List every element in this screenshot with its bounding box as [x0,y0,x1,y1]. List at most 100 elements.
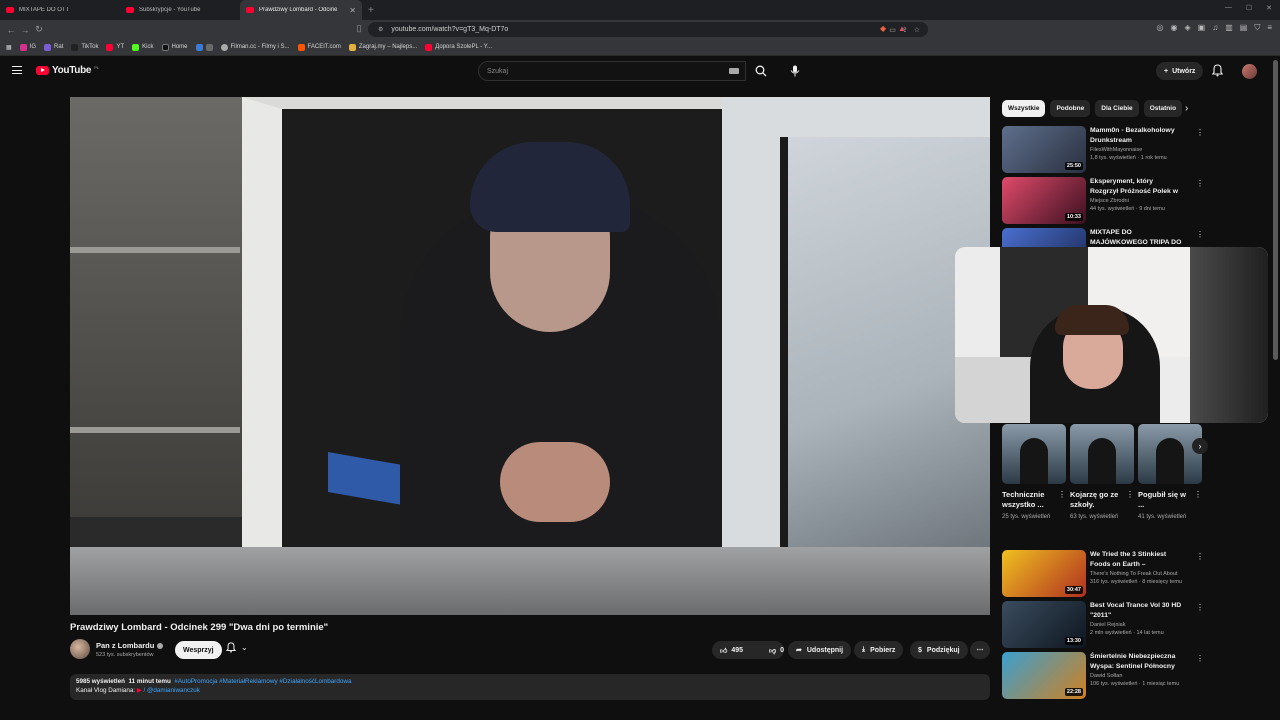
browser-tab[interactable]: MIXTAPE DO OTT [0,0,120,20]
short-item[interactable]: Pogubił się w ... 41 tys. wyświetleń ⋮ [1138,424,1202,521]
bookmark-label: IG [29,44,37,50]
more-actions-button[interactable]: ⋯ [970,641,990,659]
create-button[interactable]: + Utwórz [1156,62,1204,80]
rewards-icon[interactable]: ▲ [898,24,906,33]
youtube-logo[interactable]: YouTube PL [36,65,99,76]
maximize-icon[interactable]: ☐ [1246,4,1252,12]
recommendation-item[interactable]: 13:30 Best Vocal Trance Vol 30 HD "2011"… [1002,601,1204,649]
download-button[interactable]: ⤓ Pobierz [854,641,904,659]
extension-icon[interactable]: ◉ [1171,23,1178,33]
more-vertical-icon[interactable]: ⋮ [1058,490,1066,499]
recommendation-item[interactable]: 10:33 Eksperyment, który Rozgrzył Próżno… [1002,177,1204,225]
extension-icon[interactable]: ◈ [1184,23,1190,33]
close-tab-icon[interactable]: ✕ [349,6,356,15]
hashtags[interactable]: #AutoPromocja #MateriałReklamowy #Działa… [174,678,351,685]
bookmark[interactable]: YT [106,43,124,51]
channel-name-link[interactable]: Pan z Lombardu [96,641,164,650]
bookmark[interactable]: Filman.cc - Filmy i S... [220,43,290,51]
like-button[interactable]: 👍︎ 495 [712,641,751,659]
more-vertical-icon[interactable]: ⋮ [1194,490,1202,499]
channel-handle-link[interactable]: / @damianiwanczuk [144,687,200,694]
more-vertical-icon[interactable]: ⋮ [1196,128,1204,137]
bookmark[interactable]: IG [19,43,37,51]
hamburger-menu-icon[interactable] [12,66,22,74]
subscription-notifications-button[interactable]: ⌄ [226,642,248,653]
bookmark[interactable]: Дорога SzolePL - Y... [425,43,493,51]
reload-icon[interactable]: ↻ [32,24,46,35]
thanks-button[interactable]: $ Podziękuj [910,641,968,659]
search-button[interactable] [748,61,774,81]
voice-search-button[interactable] [786,62,804,80]
webcam-overlay [955,247,1268,423]
keyboard-icon[interactable] [729,68,739,74]
recommendation-title: Śmiertelnie Niebezpieczna Wyspa: Sentine… [1090,653,1176,670]
share-button[interactable]: ➦ Udostępnij [788,641,852,659]
share-icon: ➦ [796,647,802,654]
recommendation-item[interactable]: 30:47 We Tried the 3 Stinkiest Foods on … [1002,550,1204,598]
cast-icon[interactable]: ▭ [889,26,896,34]
duration-badge: 13:30 [1064,637,1083,645]
shorts-next-button[interactable]: › [1192,438,1208,454]
more-vertical-icon[interactable]: ⋮ [1196,179,1204,188]
vpn-icon[interactable]: ⛉ [1254,23,1260,33]
support-button[interactable]: Wesprzyj [175,641,222,659]
wallet-icon[interactable]: ▤ [1240,23,1248,33]
bookmarks-bar: ▦ IG Rat TikTok YT Kick Home Filman.cc -… [0,39,1280,56]
chip-related[interactable]: Podobne [1050,100,1091,117]
account-avatar[interactable] [1242,64,1257,79]
minimize-icon[interactable]: — [1225,4,1232,12]
bookmark[interactable]: Home [161,43,188,51]
short-item[interactable]: Technicznie wszystko ... 25 tys. wyświet… [1002,424,1066,521]
search-input[interactable]: Szukaj [478,61,746,81]
bookmark[interactable]: Zagraj.my – Najleps... [348,43,417,51]
channel-name: Pan z Lombardu [96,641,155,650]
brave-shield-icon[interactable]: ◆ [880,24,886,33]
bookmark-label: Дорога SzolePL - Y... [435,44,493,50]
page-scrollbar[interactable] [1273,60,1278,360]
chevron-right-icon[interactable]: › [1185,103,1188,114]
youtube-favicon-icon [126,7,134,13]
site-info-icon[interactable]: ⚙ [378,26,383,33]
description-box[interactable]: 5985 wyświetleń 11 minut temu #AutoPromo… [70,674,990,700]
channel-avatar[interactable] [70,639,90,659]
browser-tab-active[interactable]: Prawdziwy Lombard - Odcine ✕ [240,0,362,20]
chip-for-you[interactable]: Dla Ciebie [1095,100,1139,117]
close-window-icon[interactable]: ✕ [1266,4,1272,12]
new-tab-icon[interactable]: + [368,5,374,16]
extension-icon[interactable]: ◎ [1157,23,1164,33]
short-thumbnail [1138,424,1202,484]
music-icon[interactable]: ♫ [1212,23,1218,33]
video-title: Prawdziwy Lombard - Odcinek 299 "Dwa dni… [70,622,329,633]
recommendation-channel: Daniel Rejniak [1090,622,1126,628]
bookmark[interactable]: Rat [44,43,63,51]
more-vertical-icon[interactable]: ⋮ [1126,490,1134,499]
apps-icon[interactable]: ▦ [6,44,12,51]
sidebar-icon[interactable]: ▥ [1225,23,1233,33]
bookmark[interactable] [195,43,213,51]
like-dislike-group: 👍︎ 495 👎︎ 0 [712,641,784,659]
extensions-area: ◎ ◉ ◈ ▣ ♫ ▥ ▤ ⛉ ≡ [1157,23,1272,33]
more-vertical-icon[interactable]: ⋮ [1196,654,1204,663]
bookmark[interactable]: FACEIT.com [297,43,341,51]
duration-badge: 30:47 [1064,586,1083,594]
recommendation-item[interactable]: 25:50 Mamm0n - Bezalkoholowy Drunkstream… [1002,126,1204,174]
video-player[interactable] [70,97,990,615]
bookmark[interactable]: Kick [132,43,154,51]
bookmark-star-icon[interactable]: ▯ [352,23,366,34]
short-item[interactable]: Kojarzę go ze szkoły. 63 tys. wyświetleń… [1070,424,1134,521]
url-bar[interactable]: ⚙ youtube.com/watch?v=gT3_Mq-DT7o ▭ ⇪ ☆ [368,22,928,37]
more-vertical-icon[interactable]: ⋮ [1196,552,1204,561]
forward-icon[interactable]: → [18,25,32,35]
bookmark[interactable]: TikTok [71,43,98,51]
menu-icon[interactable]: ≡ [1267,23,1272,33]
chip-all[interactable]: Wszystkie [1002,100,1046,117]
back-icon[interactable]: ← [4,25,18,35]
notifications-button[interactable] [1211,64,1224,82]
chip-recent[interactable]: Ostatnio [1143,100,1183,117]
star-icon[interactable]: ☆ [914,26,920,34]
recommendation-item[interactable]: 22:28 Śmiertelnie Niebezpieczna Wyspa: S… [1002,652,1204,700]
browser-tab[interactable]: Subskrypcje - YouTube [120,0,240,20]
more-vertical-icon[interactable]: ⋮ [1196,230,1204,239]
extension-icon[interactable]: ▣ [1198,23,1206,33]
more-vertical-icon[interactable]: ⋮ [1196,603,1204,612]
